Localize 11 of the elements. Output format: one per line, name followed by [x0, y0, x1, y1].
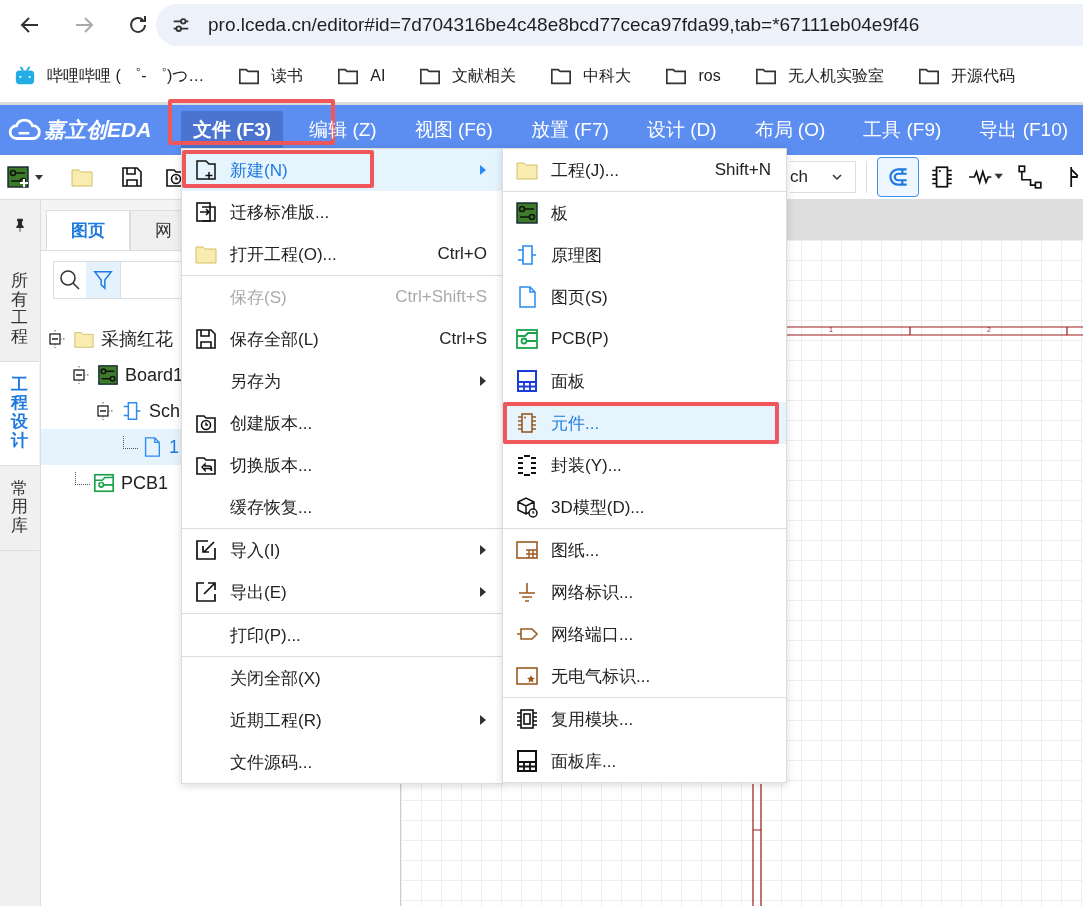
url-text: pro.lceda.cn/editor#id=7d704316be4c48e8bcd77ceca97fda99,tab=*67111eb04e9f46: [208, 14, 920, 36]
tree-label: 1: [169, 436, 179, 458]
shortcut-text: Ctrl+Shift+S: [395, 287, 487, 307]
logo: 嘉立创EDA: [0, 116, 181, 144]
tree-label: PCB1: [121, 472, 169, 494]
shortcut-text: Ctrl+S: [439, 329, 487, 349]
shortcut-text: Ctrl+O: [437, 244, 487, 264]
shortcut-text: Shift+N: [714, 160, 771, 180]
tree-label: 采摘红花: [101, 328, 173, 351]
tree-label: Sch: [149, 400, 181, 422]
tree-label: Board1: [125, 364, 182, 386]
